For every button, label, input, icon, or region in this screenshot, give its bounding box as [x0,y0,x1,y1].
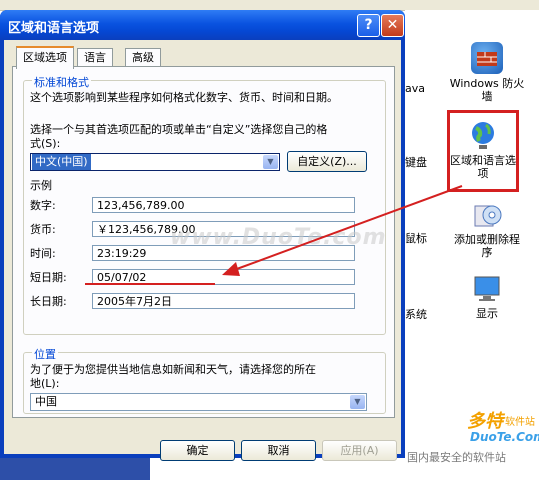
annotation-arrowhead [222,262,240,276]
annotation-arrow-line [233,185,463,271]
annotation-overlay [85,185,463,285]
